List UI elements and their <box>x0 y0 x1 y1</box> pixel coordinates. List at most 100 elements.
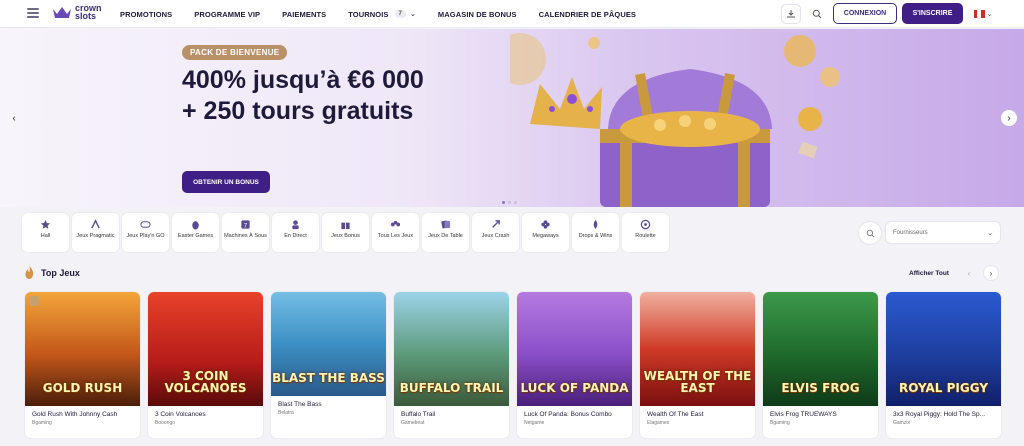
game-thumbnail: GOLD RUSH <box>25 292 140 406</box>
hero-title: 400% jusqu’à €6 000 + 250 tours gratuits <box>182 66 424 125</box>
game-provider: Bgaming <box>32 420 52 426</box>
game-provider: Belatra <box>278 410 294 416</box>
pragmatic-icon <box>91 219 100 229</box>
category-table-games[interactable]: Jeux De Table <box>422 213 469 252</box>
carousel-dot[interactable] <box>514 201 517 204</box>
providers-dropdown[interactable]: Fournisseurs ⌄ <box>886 222 1000 243</box>
game-art-title: LUCK OF PANDA <box>520 381 629 395</box>
category-drops-wins[interactable]: Drops & Wins <box>572 213 619 252</box>
game-provider: Gamebeat <box>401 420 425 426</box>
hero-next-arrow[interactable]: › <box>1001 110 1017 126</box>
game-thumbnail: LUCK OF PANDA <box>517 292 632 406</box>
nav-payments[interactable]: PAIEMENTS <box>282 10 326 19</box>
game-thumbnail: ROYAL PIGGY <box>886 292 1001 406</box>
cards-icon <box>441 220 451 229</box>
game-card[interactable]: LUCK OF PANDA Luck Of Panda: Bonus Combo… <box>517 292 632 438</box>
nav-easter-calendar[interactable]: CALENDRIER DE PÂQUES <box>539 10 636 19</box>
game-thumbnail: 3 COIN VOLCANOES <box>148 292 263 406</box>
category-label: Jeux Crash <box>481 233 510 239</box>
game-thumbnail: BLAST THE BASS <box>271 292 386 396</box>
game-card[interactable]: ROYAL PIGGY 3x3 Royal Piggy: Hold The Sp… <box>886 292 1001 438</box>
game-card[interactable]: ELVIS FROG Elvis Frog TRUEWAYS Bgaming <box>763 292 878 438</box>
nav-vip[interactable]: PROGRAMME VIP <box>194 10 260 19</box>
category-label: Tous Les Jeux <box>377 233 414 239</box>
category-easter[interactable]: Easter Games <box>172 213 219 252</box>
game-title: Gold Rush With Johnny Cash <box>32 411 118 418</box>
game-thumbnail: WEALTH OF THE EAST <box>640 292 755 406</box>
game-title: Buffalo Trail <box>401 411 436 418</box>
game-provider: Bgaming <box>770 420 790 426</box>
easter-icon <box>192 221 199 230</box>
signup-button[interactable]: S'INSCRIRE <box>902 3 963 24</box>
top-bar: crown slots PROMOTIONS PROGRAMME VIP PAI… <box>0 0 1024 28</box>
game-provider: Booongo <box>155 420 176 426</box>
carousel-dots <box>502 201 517 204</box>
game-card[interactable]: GOLD RUSH Gold Rush With Johnny Cash Bga… <box>25 292 140 438</box>
slot-icon: 7 <box>241 220 250 229</box>
category-bonus[interactable]: Jeux Bonus <box>322 213 369 252</box>
carousel-dot[interactable] <box>508 201 511 204</box>
category-label: Jeux Bonus <box>331 233 360 239</box>
logo[interactable]: crown slots <box>52 4 102 21</box>
flame-icon <box>25 266 34 279</box>
category-label: Easter Games <box>177 233 214 239</box>
category-megaways[interactable]: Megaways <box>522 213 569 252</box>
game-card[interactable]: BUFFALO TRAIL Buffalo Trail Gamebeat <box>394 292 509 438</box>
game-title: Luck Of Panda: Bonus Combo <box>524 411 612 418</box>
game-card[interactable]: WEALTH OF THE EAST Wealth Of The East El… <box>640 292 755 438</box>
category-roulette[interactable]: Roulette <box>622 213 669 252</box>
hero-banner: PACK DE BIENVENUE 400% jusqu’à €6 000 + … <box>0 29 1024 207</box>
search-icon <box>866 229 874 237</box>
all-games-icon <box>390 220 401 227</box>
category-crash[interactable]: Jeux Crash <box>472 213 519 252</box>
category-label: Jeux Pragmatic <box>76 233 115 239</box>
nav-tournaments[interactable]: TOURNOIS 7 ⌄ <box>348 10 416 19</box>
welcome-pack-badge: PACK DE BIENVENUE <box>182 45 288 60</box>
game-art-title: 3 COIN VOLCANOES <box>164 369 247 395</box>
category-slots[interactable]: 7 Machines À Sous <box>222 213 269 252</box>
nav-bonus-shop[interactable]: MAGASIN DE BONUS <box>438 10 517 19</box>
game-card[interactable]: 3 COIN VOLCANOES 3 Coin Volcanoes Booong… <box>148 292 263 438</box>
hero-prev-arrow[interactable]: ‹ <box>6 110 22 126</box>
roulette-icon <box>640 219 651 230</box>
game-search-button[interactable] <box>859 222 881 244</box>
category-pragmatic[interactable]: Jeux Pragmatic <box>72 213 119 252</box>
playngo-icon <box>140 221 151 228</box>
game-provider: Gamzix <box>893 420 910 426</box>
language-selector[interactable]: ⌄ <box>968 4 998 24</box>
rocket-icon <box>492 220 500 228</box>
category-live[interactable]: En Direct <box>272 213 319 252</box>
live-icon <box>292 220 299 230</box>
nav-tournaments-label: TOURNOIS <box>348 9 389 19</box>
category-hall[interactable]: Hall <box>22 213 69 252</box>
logo-text-2: slots <box>75 11 97 21</box>
category-label: Drops & Wins <box>578 233 613 239</box>
games-prev-arrow[interactable]: ‹ <box>962 266 976 280</box>
category-label: Jeux Play'n GO <box>126 233 165 239</box>
see-all-link[interactable]: Afficher Tout <box>909 270 949 277</box>
login-button[interactable]: CONNEXION <box>833 3 897 24</box>
category-all-games[interactable]: Tous Les Jeux <box>372 213 419 252</box>
game-art-title: BUFFALO TRAIL <box>399 381 504 395</box>
canada-flag-icon <box>973 10 985 18</box>
games-next-arrow[interactable]: › <box>984 266 998 280</box>
game-title: Elvis Frog TRUEWAYS <box>770 411 837 418</box>
download-icon[interactable] <box>781 4 801 24</box>
star-icon <box>40 219 51 229</box>
nav-promotions[interactable]: PROMOTIONS <box>120 10 172 19</box>
category-playngo[interactable]: Jeux Play'n GO <box>122 213 169 252</box>
game-thumbnail: BUFFALO TRAIL <box>394 292 509 406</box>
carousel-dot[interactable] <box>502 201 505 204</box>
game-art-title: WEALTH OF THE EAST <box>643 369 752 395</box>
game-title: Blast The Bass <box>278 401 322 408</box>
search-icon[interactable] <box>807 4 827 24</box>
crown-logo-icon <box>53 7 71 18</box>
get-bonus-button[interactable]: OBTENIR UN BONUS <box>182 171 270 193</box>
top-games-title: Top Jeux <box>41 267 80 278</box>
chevron-down-icon: ⌄ <box>986 11 993 18</box>
category-label: Hall <box>40 233 51 239</box>
game-card[interactable]: BLAST THE BASS Blast The Bass Belatra <box>29 292 386 438</box>
treasure-chest-illustration <box>510 33 840 207</box>
menu-icon[interactable] <box>27 8 39 18</box>
game-title: 3x3 Royal Piggy: Hold The Sp... <box>893 411 986 418</box>
